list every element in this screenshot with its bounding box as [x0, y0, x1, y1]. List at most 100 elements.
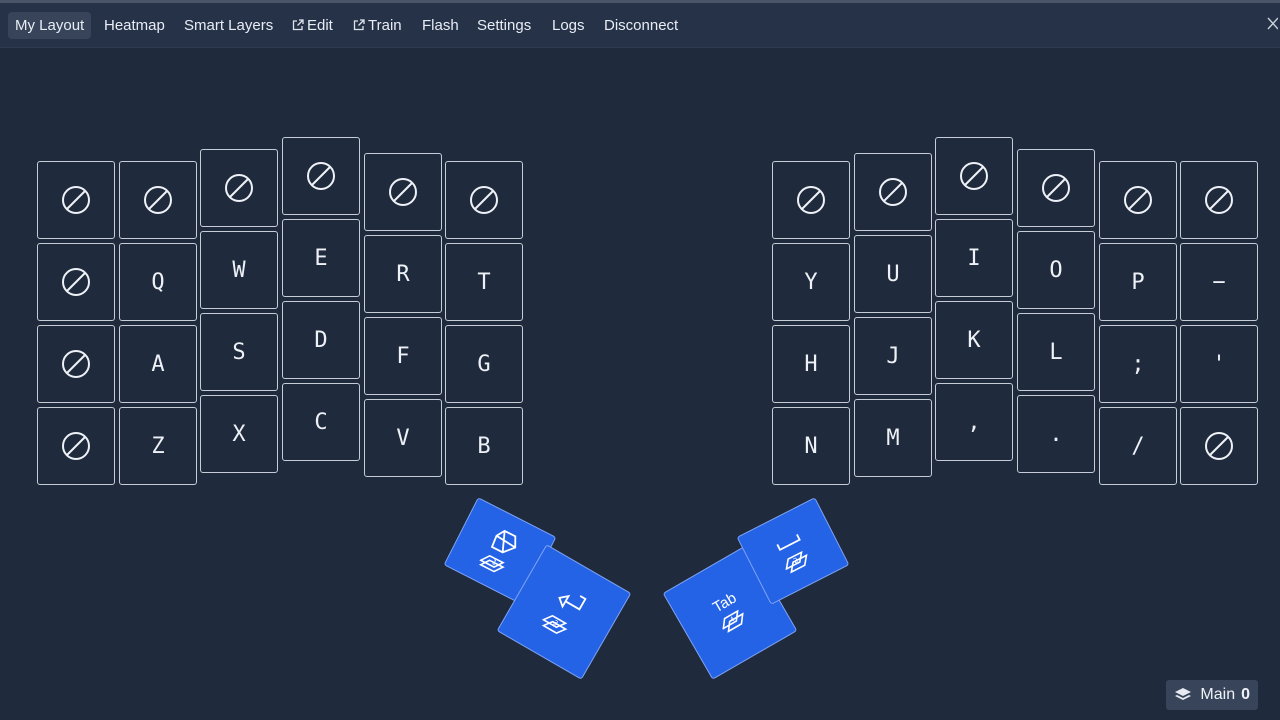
key-right-r2-c2[interactable]: K — [935, 301, 1013, 379]
key-right-r0-c2[interactable] — [935, 137, 1013, 215]
key-left-r3-c5[interactable]: B — [445, 407, 523, 485]
key-label: G — [477, 351, 491, 377]
none-icon — [389, 178, 417, 206]
key-left-r0-c3[interactable] — [282, 137, 360, 215]
layers-icon — [1175, 688, 1192, 700]
key-left-r1-c2[interactable]: W — [200, 231, 278, 309]
key-left-r3-c3[interactable]: C — [282, 383, 360, 461]
key-label: − — [1212, 269, 1226, 295]
none-icon — [1124, 186, 1152, 214]
keyboard-layout: Q W E R T A S D F G Z X C V B Y U I O P − H J K L; ' N M,. / — [0, 0, 1280, 720]
key-right-r0-c3[interactable] — [1017, 149, 1095, 227]
key-label: A — [151, 351, 165, 377]
key-left-r2-c3[interactable]: D — [282, 301, 360, 379]
key-left-r1-c4[interactable]: R — [364, 235, 442, 313]
key-left-r2-c5[interactable]: G — [445, 325, 523, 403]
key-right-r3-c3[interactable]: . — [1017, 395, 1095, 473]
key-right-r3-c5[interactable] — [1180, 407, 1258, 485]
key-label: S — [232, 339, 246, 365]
key-right-r2-c4[interactable]: ; — [1099, 325, 1177, 403]
key-left-r1-c1[interactable]: Q — [119, 243, 197, 321]
key-label: W — [232, 257, 246, 283]
none-icon — [62, 350, 90, 378]
none-icon — [62, 432, 90, 460]
key-left-r1-c0[interactable] — [37, 243, 115, 321]
key-label: N — [804, 433, 818, 459]
key-label: U — [886, 261, 900, 287]
key-label: T — [477, 269, 491, 295]
none-icon — [1205, 186, 1233, 214]
key-right-r1-c0[interactable]: Y — [772, 243, 850, 321]
key-left-r0-c0[interactable] — [37, 161, 115, 239]
none-icon — [797, 186, 825, 214]
key-left-r1-c5[interactable]: T — [445, 243, 523, 321]
key-right-r1-c3[interactable]: O — [1017, 231, 1095, 309]
key-right-r1-c4[interactable]: P — [1099, 243, 1177, 321]
key-right-r1-c5[interactable]: − — [1180, 243, 1258, 321]
layer-name: Main — [1200, 686, 1236, 703]
key-left-r0-c4[interactable] — [364, 153, 442, 231]
key-left-r0-c5[interactable] — [445, 161, 523, 239]
none-icon — [470, 186, 498, 214]
key-right-r2-c0[interactable]: H — [772, 325, 850, 403]
none-icon — [879, 178, 907, 206]
key-label: C — [314, 409, 328, 435]
key-label: / — [1131, 433, 1145, 459]
key-label: K — [967, 327, 981, 353]
key-right-r2-c3[interactable]: L — [1017, 313, 1095, 391]
none-icon — [307, 162, 335, 190]
none-icon — [62, 268, 90, 296]
key-right-r0-c1[interactable] — [854, 153, 932, 231]
key-label: ; — [1131, 351, 1145, 377]
none-icon — [62, 186, 90, 214]
key-left-r2-c2[interactable]: S — [200, 313, 278, 391]
key-left-r3-c2[interactable]: X — [200, 395, 278, 473]
key-right-r0-c4[interactable] — [1099, 161, 1177, 239]
key-label: R — [396, 261, 410, 287]
key-right-r3-c1[interactable]: M — [854, 399, 932, 477]
none-icon — [225, 174, 253, 202]
layer-number: 0 — [1241, 686, 1250, 703]
key-label: Q — [151, 269, 165, 295]
key-right-r1-c1[interactable]: U — [854, 235, 932, 313]
key-label: B — [477, 433, 491, 459]
none-icon — [144, 186, 172, 214]
key-left-r0-c1[interactable] — [119, 161, 197, 239]
key-left-r2-c4[interactable]: F — [364, 317, 442, 395]
key-label: Z — [151, 433, 165, 459]
none-icon — [960, 162, 988, 190]
key-label: J — [886, 343, 900, 369]
key-right-r3-c0[interactable]: N — [772, 407, 850, 485]
key-right-r2-c5[interactable]: ' — [1180, 325, 1258, 403]
key-left-r2-c1[interactable]: A — [119, 325, 197, 403]
key-left-r3-c4[interactable]: V — [364, 399, 442, 477]
key-label: M — [886, 425, 900, 451]
key-label: O — [1049, 257, 1063, 283]
key-left-r3-c1[interactable]: Z — [119, 407, 197, 485]
key-label: D — [314, 327, 328, 353]
key-left-r0-c2[interactable] — [200, 149, 278, 227]
key-right-r3-c4[interactable]: / — [1099, 407, 1177, 485]
key-right-r3-c2[interactable]: , — [935, 383, 1013, 461]
key-label: P — [1131, 269, 1145, 295]
none-icon — [1042, 174, 1070, 202]
key-label: ' — [1212, 351, 1226, 377]
key-label: L — [1049, 339, 1063, 365]
key-right-r2-c1[interactable]: J — [854, 317, 932, 395]
key-right-r1-c2[interactable]: I — [935, 219, 1013, 297]
key-right-r0-c0[interactable] — [772, 161, 850, 239]
key-right-r0-c5[interactable] — [1180, 161, 1258, 239]
key-left-r1-c3[interactable]: E — [282, 219, 360, 297]
none-icon — [1205, 432, 1233, 460]
key-label: F — [396, 343, 410, 369]
key-label: X — [232, 421, 246, 447]
key-label: V — [396, 425, 410, 451]
key-label: I — [967, 245, 981, 271]
key-label: H — [804, 351, 818, 377]
key-label: Y — [804, 269, 818, 295]
key-left-r3-c0[interactable] — [37, 407, 115, 485]
key-label: . — [1049, 421, 1063, 447]
layer-indicator-button[interactable]: Main 0 — [1166, 680, 1258, 710]
key-label: , — [967, 409, 981, 435]
key-left-r2-c0[interactable] — [37, 325, 115, 403]
